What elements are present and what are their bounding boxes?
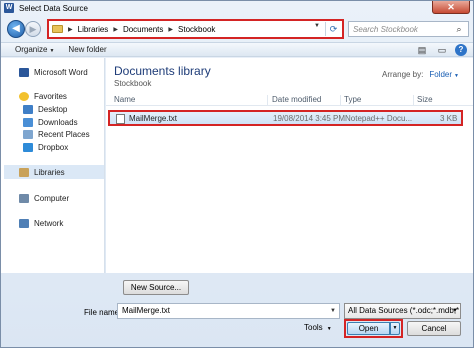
breadcrumb-documents[interactable]: Documents: [123, 25, 163, 34]
open-button[interactable]: Open: [347, 322, 390, 335]
refresh-icon[interactable]: ⟳: [325, 22, 341, 36]
back-button[interactable]: ◀: [7, 20, 25, 38]
column-header-size[interactable]: Size: [417, 95, 433, 104]
chevron-down-icon: ▼: [49, 48, 55, 54]
help-icon[interactable]: ?: [455, 44, 467, 56]
dropbox-icon: [23, 143, 33, 152]
search-input[interactable]: Search Stockbook ⌕: [348, 21, 469, 37]
open-options-dropdown[interactable]: ▼: [390, 322, 400, 335]
word-icon: [19, 68, 29, 77]
chevron-down-icon[interactable]: ▼: [314, 23, 320, 29]
nav-item-desktop[interactable]: Desktop: [23, 105, 67, 114]
downloads-icon: [23, 118, 33, 127]
network-icon: [19, 219, 29, 228]
library-subtitle: Stockbook: [114, 79, 152, 88]
navigation-pane: Microsoft Word Favorites Desktop Downloa…: [1, 58, 105, 273]
chevron-right-icon[interactable]: ▶: [168, 26, 173, 33]
column-headers: Name Date modified Type Size: [106, 94, 473, 106]
breadcrumb-libraries[interactable]: Libraries: [78, 25, 109, 34]
text-file-icon: [116, 114, 125, 124]
column-divider[interactable]: [267, 95, 268, 105]
toolbar-right: ▤ ▭ ?: [409, 44, 467, 56]
search-placeholder: Search Stockbook: [353, 24, 418, 34]
chevron-right-icon[interactable]: ▶: [113, 26, 118, 33]
view-options-icon[interactable]: ▤: [415, 44, 429, 56]
organize-menu[interactable]: Organize ▼: [15, 45, 54, 54]
file-type-select[interactable]: All Data Sources (*.odc;*.mdb;* ▼: [344, 303, 461, 319]
new-folder-button[interactable]: New folder: [68, 45, 106, 54]
file-type: Notepad++ Docu...: [345, 114, 413, 123]
nav-item-libraries[interactable]: Libraries: [4, 165, 104, 179]
file-date: 19/08/2014 3:45 PM: [273, 114, 346, 123]
file-row[interactable]: MailMerge.txt 19/08/2014 3:45 PM Notepad…: [108, 110, 463, 126]
file-type-value: All Data Sources (*.odc;*.mdb;*: [348, 306, 460, 315]
window-title: Select Data Source: [19, 3, 88, 13]
search-icon[interactable]: ⌕: [453, 23, 465, 35]
nav-item-favorites[interactable]: Favorites: [19, 92, 67, 101]
file-size: 3 KB: [440, 114, 458, 123]
nav-item-dropbox[interactable]: Dropbox: [23, 143, 68, 152]
nav-item-label: Dropbox: [38, 143, 69, 152]
nav-item-microsoft-word[interactable]: Microsoft Word: [19, 68, 88, 77]
word-app-icon: W: [4, 3, 14, 13]
column-header-type[interactable]: Type: [344, 95, 361, 104]
cancel-button[interactable]: Cancel: [407, 321, 461, 336]
nav-item-label: Network: [34, 219, 64, 228]
navigation-bar: ◀ ▶ ▶ Libraries ▶ Documents ▶ Stockbook …: [1, 16, 473, 42]
tools-menu[interactable]: Tools ▼: [304, 323, 332, 332]
address-bar[interactable]: ▶ Libraries ▶ Documents ▶ Stockbook ▼ ⟳: [47, 19, 344, 39]
library-title: Documents library: [114, 64, 211, 78]
computer-icon: [19, 194, 29, 203]
forward-button[interactable]: ▶: [25, 21, 41, 37]
recent-places-icon: [23, 130, 33, 139]
folder-icon: [52, 25, 63, 33]
title-bar: W Select Data Source ✕: [1, 1, 473, 15]
tools-label: Tools: [304, 323, 323, 332]
file-list-pane: Documents library Stockbook Arrange by: F…: [106, 58, 473, 273]
preview-pane-icon[interactable]: ▭: [435, 44, 449, 56]
file-name: MailMerge.txt: [129, 114, 178, 123]
command-toolbar: Organize ▼ New folder ▤ ▭ ?: [1, 42, 473, 57]
desktop-icon: [23, 105, 33, 114]
column-header-date[interactable]: Date modified: [272, 95, 321, 104]
nav-item-label: Microsoft Word: [34, 68, 88, 77]
close-button[interactable]: ✕: [432, 1, 470, 14]
star-icon: [19, 92, 29, 101]
nav-item-downloads[interactable]: Downloads: [23, 118, 78, 127]
file-name-value: MailMerge.txt: [122, 306, 171, 315]
open-button-group: Open ▼: [344, 319, 403, 338]
select-data-source-dialog: W Select Data Source ✕ ◀ ▶ ▶ Libraries ▶…: [0, 0, 474, 348]
nav-item-label: Desktop: [38, 105, 68, 114]
new-source-button[interactable]: New Source...: [123, 280, 189, 295]
organize-label: Organize: [15, 45, 48, 54]
nav-item-label: Recent Places: [38, 130, 90, 139]
chevron-down-icon[interactable]: ▼: [330, 304, 336, 318]
nav-item-computer[interactable]: Computer: [19, 194, 69, 203]
nav-item-label: Libraries: [34, 167, 65, 177]
file-name-label: File name:: [84, 308, 122, 317]
chevron-down-icon: ▼: [326, 326, 332, 332]
chevron-right-icon: ▶: [68, 26, 73, 33]
nav-item-network[interactable]: Network: [19, 219, 63, 228]
nav-item-label: Computer: [34, 194, 70, 203]
nav-item-label: Downloads: [38, 118, 78, 127]
arrange-by: Arrange by: Folder ▼: [382, 70, 459, 79]
chevron-down-icon[interactable]: ▼: [454, 73, 459, 79]
breadcrumb-stockbook[interactable]: Stockbook: [178, 25, 215, 34]
nav-item-recent-places[interactable]: Recent Places: [23, 130, 90, 139]
arrange-by-dropdown[interactable]: Folder: [429, 70, 452, 79]
file-name-field[interactable]: MailMerge.txt ▼: [117, 303, 340, 319]
column-divider[interactable]: [340, 95, 341, 105]
chevron-down-icon: ▼: [452, 308, 458, 314]
column-header-name[interactable]: Name: [114, 95, 135, 104]
column-divider[interactable]: [413, 95, 414, 105]
libraries-icon: [19, 167, 29, 177]
arrange-by-label: Arrange by:: [382, 70, 424, 79]
nav-item-label: Favorites: [34, 92, 67, 101]
